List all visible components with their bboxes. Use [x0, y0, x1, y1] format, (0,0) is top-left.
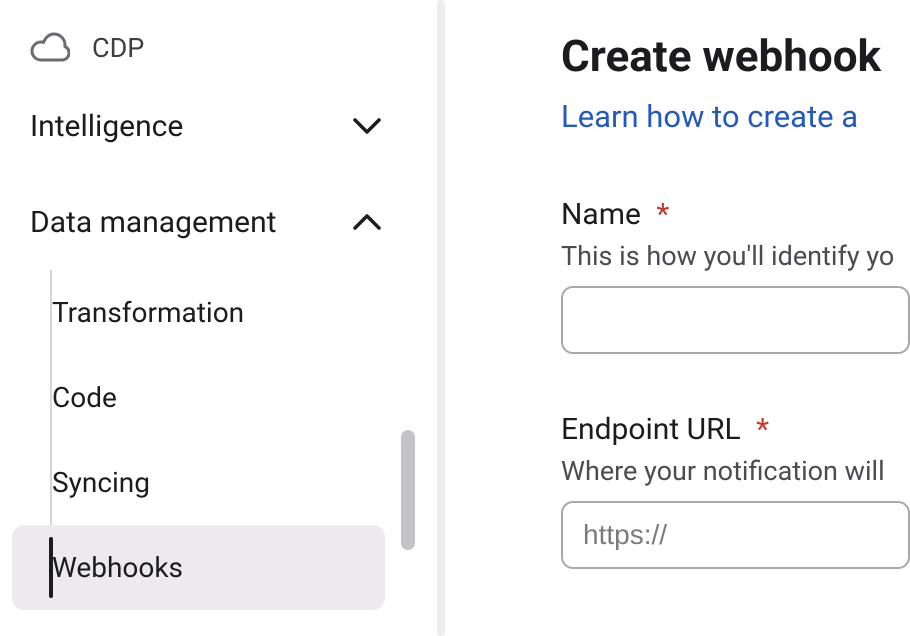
field-label-endpoint: Endpoint URL *	[561, 412, 910, 447]
sidebar-item-syncing[interactable]: Syncing	[12, 440, 385, 525]
sidebar-item-label: Syncing	[52, 466, 150, 499]
chevron-up-icon	[349, 204, 385, 240]
scrollbar-thumb[interactable]	[401, 430, 415, 550]
sidebar-item-label: Code	[52, 381, 117, 414]
sidebar-section-label: Intelligence	[30, 109, 183, 144]
page-title: Create webhook	[561, 30, 910, 82]
sidebar-item-transformation[interactable]: Transformation	[12, 270, 385, 355]
sidebar-section-label: Data management	[30, 205, 276, 240]
field-name: Name * This is how you'll identify yo	[561, 197, 910, 354]
cloud-icon	[30, 28, 70, 68]
panel-divider[interactable]	[415, 0, 467, 636]
chevron-down-icon	[349, 108, 385, 144]
main-content: Create webhook Learn how to create a Nam…	[467, 0, 910, 636]
sidebar: CDP Intelligence Data management Transfo…	[0, 0, 415, 636]
sidebar-item-label: Transformation	[52, 296, 244, 329]
sidebar-item-label: CDP	[92, 32, 144, 64]
field-label-name: Name *	[561, 197, 910, 232]
sidebar-subnav-data-management: Transformation Code Syncing Webhooks	[0, 270, 415, 610]
required-marker: *	[656, 197, 669, 232]
field-help-name: This is how you'll identify yo	[561, 240, 910, 272]
sidebar-section-data-management[interactable]: Data management	[0, 174, 415, 270]
field-label-text: Endpoint URL	[561, 412, 741, 447]
endpoint-url-input[interactable]	[561, 501, 910, 569]
sidebar-item-label: Webhooks	[52, 551, 183, 584]
name-input[interactable]	[561, 286, 910, 354]
sidebar-item-code[interactable]: Code	[12, 355, 385, 440]
sidebar-item-webhooks[interactable]: Webhooks	[12, 525, 385, 610]
field-label-text: Name	[561, 197, 641, 232]
field-help-endpoint: Where your notification will	[561, 455, 910, 487]
learn-link[interactable]: Learn how to create a	[561, 98, 910, 135]
field-endpoint: Endpoint URL * Where your notification w…	[561, 412, 910, 569]
sidebar-section-intelligence[interactable]: Intelligence	[0, 78, 415, 174]
sidebar-item-cdp[interactable]: CDP	[0, 18, 415, 78]
required-marker: *	[756, 412, 769, 447]
